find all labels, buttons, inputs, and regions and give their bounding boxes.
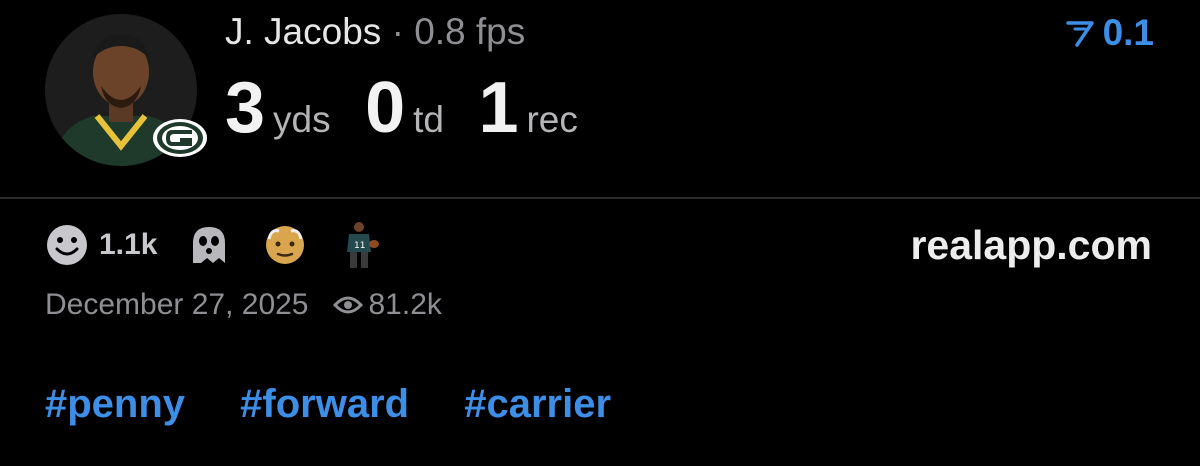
stat-unit: td bbox=[413, 99, 444, 140]
reaction-player[interactable]: 11 bbox=[337, 220, 381, 270]
rating-value: 0.1 bbox=[1102, 12, 1154, 53]
hashtag-link[interactable]: #forward bbox=[240, 382, 409, 426]
stat-value: 1 bbox=[478, 68, 519, 148]
stat-value: 0 bbox=[365, 68, 406, 148]
stat-touchdowns: 0 td bbox=[365, 68, 444, 148]
player-name[interactable]: J. Jacobs bbox=[225, 11, 381, 52]
header-separator: · bbox=[391, 11, 404, 52]
fps-value: 0.8 fps bbox=[414, 11, 526, 52]
stat-unit: yds bbox=[273, 99, 331, 140]
svg-text:11: 11 bbox=[354, 241, 365, 251]
reaction-old-person[interactable] bbox=[261, 223, 309, 267]
stat-unit: rec bbox=[526, 99, 578, 140]
site-link[interactable]: realapp.com bbox=[910, 222, 1152, 269]
old-person-icon bbox=[266, 226, 305, 264]
reaction-count: 1.1k bbox=[99, 228, 158, 261]
post-meta: December 27, 2025 81.2k bbox=[45, 288, 442, 322]
stat-value: 3 bbox=[225, 68, 266, 148]
packers-logo-icon bbox=[152, 118, 208, 158]
hashtag-link[interactable]: #penny bbox=[45, 382, 185, 426]
reaction-smile[interactable]: 1.1k bbox=[45, 223, 157, 267]
view-count: 81.2k bbox=[332, 288, 442, 322]
player-figure-icon: 11 bbox=[347, 222, 380, 268]
hashtags: #penny #forward #carrier bbox=[45, 382, 655, 427]
hashtag-link[interactable]: #carrier bbox=[464, 382, 611, 426]
rating-badge[interactable]: 0.1 bbox=[1065, 12, 1154, 54]
reaction-ghost[interactable] bbox=[185, 223, 233, 267]
views-value: 81.2k bbox=[368, 288, 442, 321]
ghost-icon bbox=[193, 227, 226, 263]
stat-yards: 3 yds bbox=[225, 68, 331, 148]
post-date: December 27, 2025 bbox=[45, 288, 309, 321]
arrow-icon bbox=[1065, 21, 1094, 47]
eye-icon bbox=[332, 296, 363, 314]
stat-line: 3 yds 0 td 1 rec bbox=[225, 68, 608, 148]
player-header: J. Jacobs · 0.8 fps bbox=[225, 10, 525, 54]
reactions-bar: 1.1k 11 bbox=[45, 222, 409, 268]
divider bbox=[0, 197, 1200, 199]
smile-icon bbox=[47, 225, 87, 265]
stat-receptions: 1 rec bbox=[478, 68, 577, 148]
